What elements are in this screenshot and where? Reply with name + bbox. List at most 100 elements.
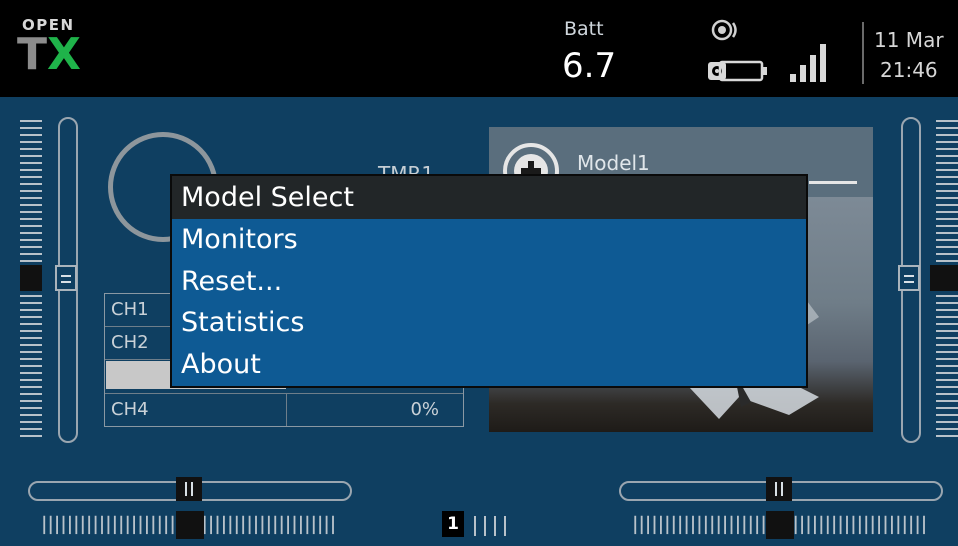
scale-tick (936, 400, 958, 402)
scale-tick (43, 515, 46, 535)
battery-label: Batt (564, 18, 604, 40)
scale-tick (936, 393, 958, 395)
scale-tick (749, 515, 752, 535)
left-vertical-slider-knob[interactable] (55, 265, 77, 291)
right-horizontal-slider-knob[interactable] (766, 477, 792, 501)
scale-tick (814, 515, 816, 535)
scale-tick (936, 316, 958, 318)
scale-tick (20, 351, 42, 353)
scale-tick (152, 515, 155, 535)
scale-tick (634, 515, 637, 535)
scale-tick (20, 379, 42, 381)
scale-tick (20, 211, 42, 213)
scale-tick (171, 515, 174, 535)
scale-tick (936, 337, 958, 339)
scale-tick (794, 515, 797, 535)
scale-tick (936, 372, 958, 374)
scale-tick (936, 127, 958, 129)
scale-tick (69, 515, 71, 535)
scale-tick (936, 211, 958, 213)
scale-tick (139, 515, 142, 535)
scale-tick (20, 435, 42, 437)
logo-x: X (47, 29, 81, 80)
top-status-bar: OPEN TX Batt 6.7 11 Mar 21:46 (0, 0, 958, 97)
scale-tick (20, 190, 42, 192)
scale-tick (762, 515, 765, 535)
scale-tick (287, 515, 289, 535)
scale-tick (229, 515, 232, 535)
scale-tick (826, 515, 829, 535)
scale-tick (936, 162, 958, 164)
scale-tick (126, 515, 129, 535)
scale-tick (936, 120, 958, 122)
scale-tick (20, 386, 42, 388)
scale-tick (903, 515, 906, 535)
channel-row-4: CH4 0% (105, 393, 463, 426)
scale-tick (210, 515, 212, 535)
scale-tick (936, 134, 958, 136)
scale-tick (936, 379, 958, 381)
scale-tick (20, 365, 42, 367)
left-horizontal-slider-knob[interactable] (176, 477, 202, 501)
menu-item-monitors[interactable]: Monitors (181, 224, 298, 255)
scale-tick (936, 197, 958, 199)
scale-tick (20, 323, 42, 325)
scale-tick (20, 337, 42, 339)
scale-tick (293, 515, 296, 535)
model-name-underline (809, 181, 857, 184)
scale-tick (666, 515, 669, 535)
scale-tick (884, 515, 887, 535)
right-horizontal-trim-marker (766, 511, 794, 539)
scale-tick (807, 515, 810, 535)
scale-tick (280, 515, 283, 535)
scale-tick (743, 515, 746, 535)
menu-item-about[interactable]: About (181, 349, 261, 380)
menu-item-model-select[interactable]: Model Select (172, 176, 806, 219)
ear-icon (711, 19, 737, 41)
scale-tick (936, 302, 958, 304)
scale-tick (936, 414, 958, 416)
scale-tick (158, 515, 161, 535)
scale-tick (839, 515, 842, 535)
scale-tick (242, 515, 245, 535)
scale-tick (56, 515, 58, 535)
scale-tick (20, 428, 42, 430)
scale-tick (871, 515, 874, 535)
scale-tick (936, 239, 958, 241)
scale-tick (653, 515, 656, 535)
scale-tick (120, 515, 123, 535)
scale-tick (113, 515, 116, 535)
channel-name: CH4 (111, 399, 149, 420)
menu-item-statistics[interactable]: Statistics (181, 307, 304, 338)
model-name: Model1 (577, 151, 650, 175)
right-vertical-slider-knob[interactable] (898, 265, 920, 291)
scale-tick (672, 515, 675, 535)
scale-tick (20, 407, 42, 409)
scale-tick (20, 120, 42, 122)
scale-tick (332, 515, 334, 535)
scale-tick (698, 515, 701, 535)
scale-tick (107, 515, 110, 535)
menu-title-label: Model Select (181, 182, 354, 213)
scale-tick (936, 351, 958, 353)
scale-tick (165, 515, 168, 535)
scale-tick (711, 515, 714, 535)
scale-tick (81, 515, 84, 535)
scale-tick (685, 515, 688, 535)
scale-tick (891, 515, 893, 535)
scale-tick (660, 515, 662, 535)
scale-tick (20, 358, 42, 360)
left-horizontal-trim-marker (176, 511, 204, 539)
scale-tick (20, 239, 42, 241)
scale-tick (133, 515, 135, 535)
scale-tick (704, 515, 707, 535)
scale-tick (852, 515, 855, 535)
scale-tick (49, 515, 52, 535)
scale-tick (936, 365, 958, 367)
menu-item-reset[interactable]: Reset... (181, 266, 282, 297)
scale-tick (88, 515, 91, 535)
scale-tick (75, 515, 78, 535)
scale-tick (62, 515, 65, 535)
battery-icon (708, 60, 767, 82)
scale-tick (20, 414, 42, 416)
